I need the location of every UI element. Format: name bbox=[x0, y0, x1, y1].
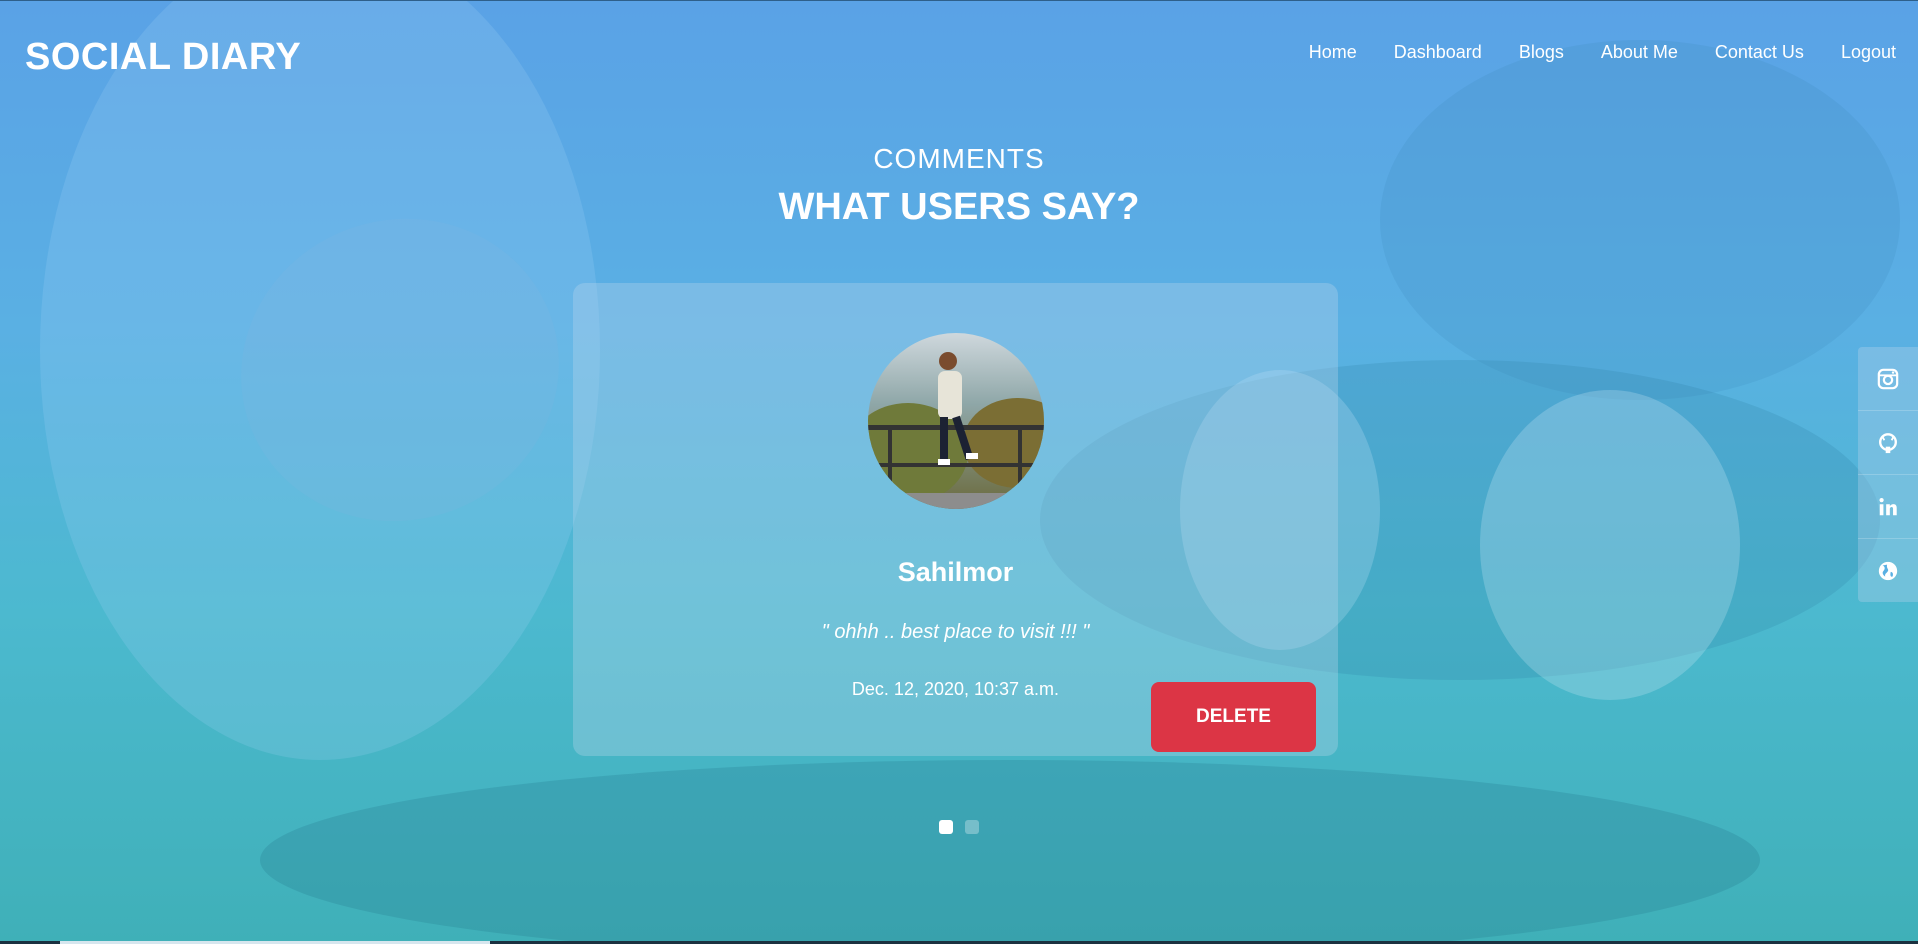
nav-contact-us[interactable]: Contact Us bbox=[1715, 42, 1804, 63]
social-sidebar bbox=[1858, 347, 1918, 602]
linkedin-icon bbox=[1879, 497, 1897, 515]
linkedin-link[interactable] bbox=[1858, 475, 1918, 539]
carousel-dot-1[interactable] bbox=[939, 820, 953, 834]
main-nav: Home Dashboard Blogs About Me Contact Us… bbox=[1272, 42, 1896, 63]
website-link[interactable] bbox=[1858, 539, 1918, 602]
nav-blogs[interactable]: Blogs bbox=[1519, 42, 1564, 63]
github-icon bbox=[1879, 432, 1897, 453]
nav-dashboard[interactable]: Dashboard bbox=[1394, 42, 1482, 63]
carousel-dot-2[interactable] bbox=[965, 820, 979, 834]
avatar bbox=[868, 333, 1044, 509]
instagram-link[interactable] bbox=[1858, 347, 1918, 411]
globe-icon bbox=[1878, 561, 1898, 580]
carousel-indicators bbox=[939, 820, 979, 834]
instagram-icon bbox=[1877, 368, 1899, 389]
section-subtitle: COMMENTS bbox=[873, 143, 1045, 174]
github-link[interactable] bbox=[1858, 411, 1918, 475]
delete-button[interactable]: DELETE bbox=[1151, 682, 1316, 752]
nav-logout[interactable]: Logout bbox=[1841, 42, 1896, 63]
nav-home[interactable]: Home bbox=[1309, 42, 1357, 63]
comment-text: " ohhh .. best place to visit !!! " bbox=[821, 621, 1090, 643]
comment-username: Sahilmor bbox=[897, 557, 1014, 587]
brand-logo[interactable]: SOCIAL DIARY bbox=[25, 36, 301, 79]
section-title: WHAT USERS SAY? bbox=[778, 186, 1140, 228]
site-header: SOCIAL DIARY Home Dashboard Blogs About … bbox=[0, 0, 1918, 110]
comment-card: Sahilmor " ohhh .. best place to visit !… bbox=[573, 283, 1338, 756]
nav-about-me[interactable]: About Me bbox=[1601, 42, 1678, 63]
